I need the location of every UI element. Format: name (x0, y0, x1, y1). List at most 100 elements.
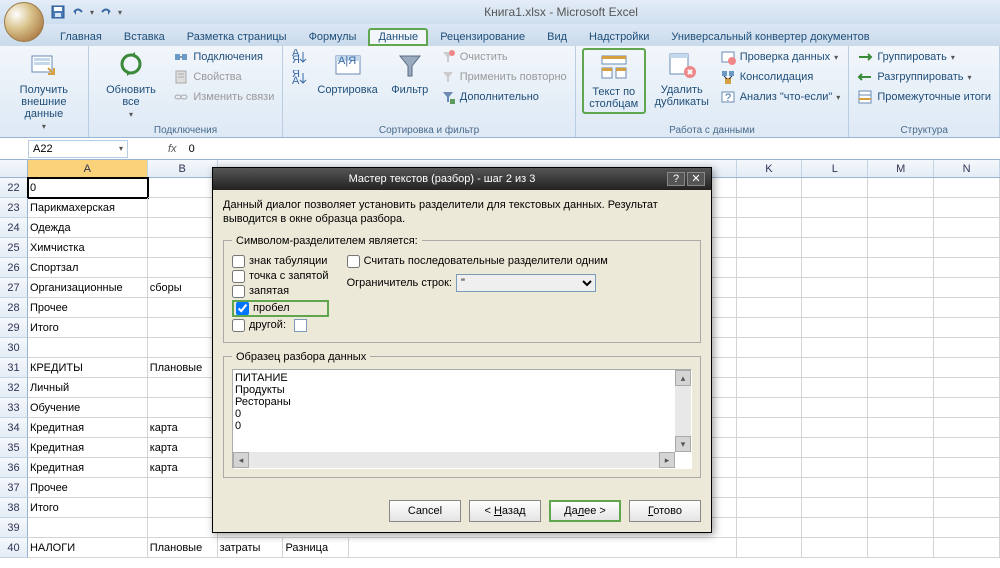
consolidate-button[interactable]: Консолидация (718, 68, 843, 86)
cell[interactable] (148, 478, 218, 498)
cell[interactable] (737, 458, 803, 478)
cell[interactable] (934, 438, 1000, 458)
formula-value[interactable]: 0 (183, 143, 195, 155)
cell[interactable] (802, 178, 868, 198)
cell[interactable] (868, 298, 934, 318)
text-to-columns-button[interactable]: Текст по столбцам (582, 48, 646, 114)
row-header[interactable]: 40 (0, 538, 28, 558)
cell[interactable] (802, 238, 868, 258)
row-header[interactable]: 33 (0, 398, 28, 418)
cell[interactable]: Итого (28, 318, 148, 338)
back-button[interactable]: < Назад (469, 500, 541, 522)
cell[interactable]: КРЕДИТЫ (28, 358, 148, 378)
cancel-button[interactable]: Cancel (389, 500, 461, 522)
cell[interactable] (737, 218, 803, 238)
col-header[interactable]: A (28, 160, 148, 177)
sort-button[interactable]: А|Я Сортировка (313, 48, 381, 98)
edit-links-button[interactable]: Изменить связи (171, 88, 276, 106)
cell[interactable] (934, 318, 1000, 338)
cell[interactable]: карта (148, 418, 218, 438)
next-button[interactable]: Далее > (549, 500, 621, 522)
other-checkbox[interactable]: другой: (232, 319, 329, 332)
cell[interactable] (802, 398, 868, 418)
cell[interactable] (868, 478, 934, 498)
cell[interactable] (934, 378, 1000, 398)
row-header[interactable]: 25 (0, 238, 28, 258)
cell[interactable]: Парикмахерская (28, 198, 148, 218)
filter-button[interactable]: Фильтр (386, 48, 434, 98)
data-validation-button[interactable]: Проверка данных ▾ (718, 48, 843, 66)
cell[interactable] (934, 458, 1000, 478)
cell[interactable] (868, 538, 934, 558)
cell[interactable] (148, 338, 218, 358)
scroll-right-icon[interactable]: ▸ (659, 452, 675, 468)
cell[interactable]: Плановые (148, 358, 218, 378)
cell[interactable] (868, 518, 934, 538)
cell[interactable] (934, 218, 1000, 238)
col-header[interactable]: K (737, 160, 803, 177)
cell[interactable] (802, 278, 868, 298)
cell[interactable] (737, 538, 803, 558)
semicolon-checkbox[interactable]: точка с запятой (232, 270, 329, 283)
cell[interactable]: затраты (218, 538, 284, 558)
cell[interactable] (737, 398, 803, 418)
cell[interactable] (934, 178, 1000, 198)
cell[interactable] (148, 238, 218, 258)
row-header[interactable]: 28 (0, 298, 28, 318)
fx-icon[interactable]: fx (168, 143, 177, 155)
office-button[interactable] (4, 2, 44, 42)
cell[interactable] (737, 378, 803, 398)
cell[interactable] (802, 498, 868, 518)
cell[interactable] (148, 498, 218, 518)
cell[interactable] (148, 218, 218, 238)
cell[interactable] (148, 398, 218, 418)
undo-icon[interactable] (70, 4, 86, 20)
cell[interactable]: Плановые (148, 538, 218, 558)
row-header[interactable]: 38 (0, 498, 28, 518)
tab-checkbox[interactable]: знак табуляции (232, 255, 329, 268)
cell[interactable] (934, 478, 1000, 498)
cell[interactable] (868, 318, 934, 338)
cell[interactable] (737, 418, 803, 438)
cell[interactable]: Химчистка (28, 238, 148, 258)
subtotal-button[interactable]: Промежуточные итоги (855, 88, 993, 106)
row-header[interactable]: 29 (0, 318, 28, 338)
cell[interactable] (737, 278, 803, 298)
cell[interactable] (868, 378, 934, 398)
cell[interactable]: Разница (283, 538, 349, 558)
cell[interactable] (802, 318, 868, 338)
row-header[interactable]: 23 (0, 198, 28, 218)
tab-home[interactable]: Главная (50, 28, 112, 46)
scrollbar-vertical[interactable]: ▴ ▾ (675, 370, 691, 452)
cell[interactable] (868, 338, 934, 358)
cell[interactable]: Личный (28, 378, 148, 398)
cell[interactable] (802, 478, 868, 498)
cell[interactable] (802, 358, 868, 378)
cell[interactable]: Кредитная (28, 438, 148, 458)
row-header[interactable]: 36 (0, 458, 28, 478)
get-external-data-button[interactable]: Получить внешние данные ▾ (6, 48, 82, 133)
cell[interactable] (802, 258, 868, 278)
cell[interactable] (934, 518, 1000, 538)
cell[interactable]: карта (148, 438, 218, 458)
tab-pagelayout[interactable]: Разметка страницы (177, 28, 297, 46)
cell[interactable] (737, 318, 803, 338)
cell[interactable] (934, 198, 1000, 218)
cell[interactable]: Кредитная (28, 458, 148, 478)
cell[interactable] (737, 518, 803, 538)
scroll-up-icon[interactable]: ▴ (675, 370, 691, 386)
cell[interactable] (934, 258, 1000, 278)
cell[interactable] (148, 318, 218, 338)
row-header[interactable]: 32 (0, 378, 28, 398)
cell[interactable] (802, 458, 868, 478)
cell[interactable] (802, 218, 868, 238)
cell[interactable] (868, 238, 934, 258)
sort-desc-button[interactable]: ЯА (289, 69, 309, 87)
select-all-corner[interactable] (0, 160, 28, 177)
cell[interactable]: Спортзал (28, 258, 148, 278)
cell[interactable] (148, 378, 218, 398)
cell[interactable] (868, 278, 934, 298)
cell[interactable] (802, 298, 868, 318)
cell[interactable] (868, 218, 934, 238)
row-header[interactable]: 24 (0, 218, 28, 238)
